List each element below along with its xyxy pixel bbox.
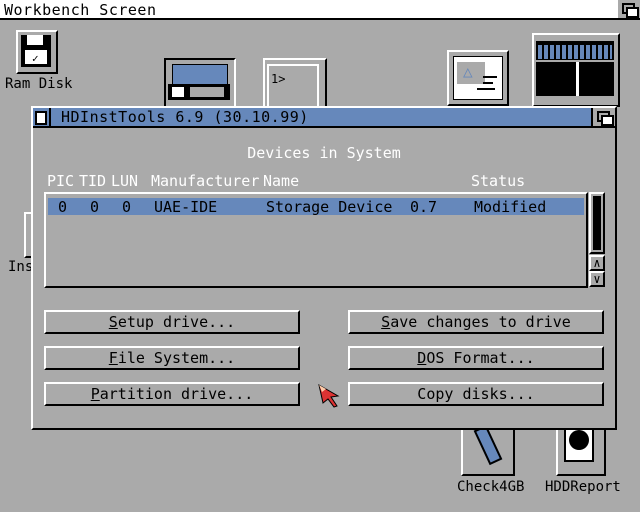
- device-row[interactable]: 0 0 0 UAE-IDE Storage Device 0.7 Modifie…: [48, 198, 584, 216]
- screen-title: Workbench Screen: [4, 1, 157, 19]
- window-title-bar[interactable]: HDInstTools 6.9 (30.10.99): [33, 108, 615, 128]
- scrollbar-knob[interactable]: [593, 196, 601, 250]
- partition-drive-button[interactable]: Partition drive...: [44, 382, 300, 406]
- dos-format-button[interactable]: DOS Format...: [348, 346, 604, 370]
- device-status: Modified: [474, 198, 547, 216]
- col-lun: LUN: [111, 172, 139, 190]
- ram-disk-label[interactable]: Ram Disk: [5, 76, 72, 92]
- device-pic: 0: [58, 198, 68, 216]
- col-status: Status: [471, 172, 526, 190]
- shell-prompt: 1>: [271, 72, 286, 86]
- device-lun: 0: [122, 198, 132, 216]
- document-icon[interactable]: △: [447, 50, 509, 106]
- device-revision: 0.7: [410, 198, 438, 216]
- scroll-down-icon[interactable]: ∨: [589, 271, 605, 287]
- window-title: HDInstTools 6.9 (30.10.99): [61, 108, 309, 126]
- setup-drive-button[interactable]: Setup drive...: [44, 310, 300, 334]
- screen-depth-icon[interactable]: [618, 0, 640, 18]
- device-name: Storage Device: [266, 198, 393, 216]
- hddreport-icon[interactable]: [556, 426, 606, 476]
- shell-icon[interactable]: 1>: [263, 58, 327, 108]
- mouse-pointer-icon: [318, 384, 340, 408]
- scrollbar-track[interactable]: [589, 192, 605, 254]
- copy-disks-button[interactable]: Copy disks...: [348, 382, 604, 406]
- devices-heading: Devices in System: [247, 144, 401, 162]
- inst-label[interactable]: Ins: [8, 259, 33, 275]
- list-scrollbar[interactable]: ∧ ∨: [589, 192, 605, 288]
- col-name: Name: [263, 172, 300, 190]
- ram-disk-icon[interactable]: ✓: [16, 30, 58, 74]
- device-tid: 0: [90, 198, 100, 216]
- device-manufacturer: UAE-IDE: [154, 198, 218, 216]
- close-icon[interactable]: [35, 111, 47, 125]
- col-pic: PIC: [47, 172, 75, 190]
- col-manufacturer: Manufacturer: [151, 172, 260, 190]
- hdinsttools-window: HDInstTools 6.9 (30.10.99) Devices in Sy…: [31, 106, 617, 430]
- col-tid: TID: [79, 172, 107, 190]
- hddreport-label[interactable]: HDDReport: [545, 479, 621, 495]
- window-depth-icon[interactable]: [591, 108, 615, 126]
- check4gb-label[interactable]: Check4GB: [457, 479, 524, 495]
- tools-drawer-icon[interactable]: [164, 58, 236, 106]
- file-system-button[interactable]: File System...: [44, 346, 300, 370]
- check4gb-icon[interactable]: [461, 424, 515, 476]
- scroll-up-icon[interactable]: ∧: [589, 255, 605, 271]
- screen-title-bar: Workbench Screen: [0, 0, 640, 20]
- device-list[interactable]: 0 0 0 UAE-IDE Storage Device 0.7 Modifie…: [44, 192, 588, 288]
- save-changes-button[interactable]: Save changes to drive: [348, 310, 604, 334]
- screen-preview-icon[interactable]: [532, 33, 620, 107]
